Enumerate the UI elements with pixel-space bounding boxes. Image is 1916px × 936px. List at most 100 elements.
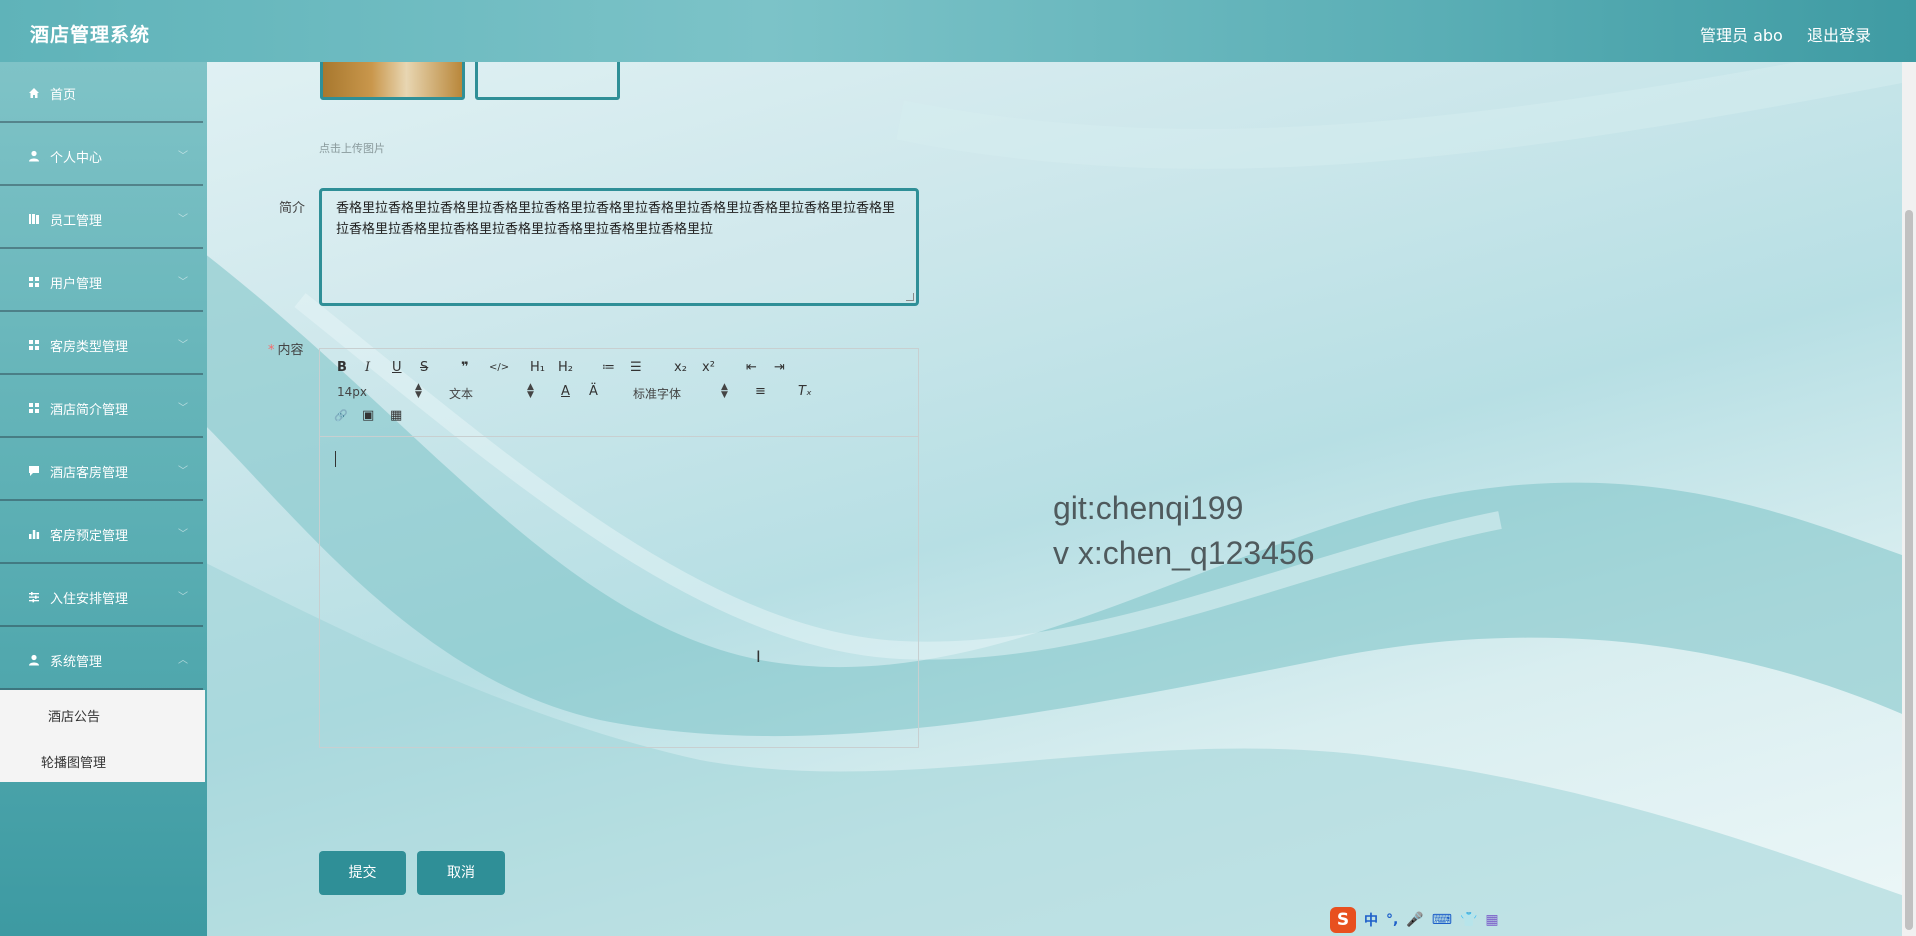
font-family-value: 标准字体 (633, 387, 682, 401)
ime-language-toggle[interactable]: 中 (1364, 910, 1378, 930)
chevron-down-icon: ﹀ (178, 403, 188, 414)
sidebar-item-label: 酒店客房管理 (50, 466, 129, 481)
chevron-down-icon: ﹀ (178, 592, 188, 603)
skin-icon[interactable]: 👕 (1460, 912, 1477, 928)
font-family-select[interactable]: 标准字体 ▲ ▼ (633, 382, 731, 402)
submenu-item-announcements[interactable]: 酒店公告 (48, 706, 100, 725)
sidebar-item-label: 客房类型管理 (50, 340, 129, 355)
align-button[interactable]: ≡ (755, 385, 766, 399)
top-header: 酒店管理系统 管理员 abo 退出登录 (0, 0, 1916, 62)
sidebar-item-label: 个人中心 (50, 151, 103, 166)
blockquote-button[interactable]: ❞ (461, 361, 469, 375)
submenu-item-carousel[interactable]: 轮播图管理 (41, 752, 106, 771)
link-button[interactable]: 🔗 (334, 409, 348, 423)
subscript-button[interactable]: x₂ (674, 361, 687, 375)
watermark-line2: v x:chen_q123456 (1053, 535, 1315, 571)
select-arrows-icon: ▲ ▼ (721, 382, 728, 400)
content-label-text: 内容 (277, 343, 304, 358)
mouse-text-cursor-icon: Ι (756, 647, 761, 666)
bullet-list-button[interactable]: ☰ (630, 361, 642, 375)
chevron-down-icon: ﹀ (178, 151, 188, 162)
sidebar-item-label: 员工管理 (50, 214, 103, 229)
sidebar-item-home[interactable]: 首页 (0, 62, 203, 123)
chevron-down-icon: ﹀ (178, 277, 188, 288)
sliders-icon (27, 590, 41, 604)
sidebar-item-staff[interactable]: 员工管理 ﹀ (0, 188, 203, 249)
font-size-select[interactable]: 14px ▲ ▼ (337, 382, 425, 400)
sidebar-item-personal-center[interactable]: 个人中心 ﹀ (0, 125, 203, 186)
sidebar-item-hotel-intro[interactable]: 酒店简介管理 ﹀ (0, 377, 203, 438)
block-format-select[interactable]: 文本 ▲ ▼ (449, 382, 537, 402)
font-color-button[interactable]: A (561, 385, 570, 399)
comment-icon (27, 464, 41, 478)
select-arrows-icon: ▲ ▼ (415, 382, 422, 400)
sidebar-item-users[interactable]: 用户管理 ﹀ (0, 251, 203, 312)
clear-format-button[interactable]: Tₓ (798, 385, 812, 399)
chevron-down-icon: ﹀ (178, 529, 188, 540)
video-button[interactable]: ▦ (390, 409, 402, 423)
code-block-button[interactable]: </> (489, 361, 509, 375)
italic-button[interactable]: I (365, 361, 370, 375)
grid-icon (27, 275, 41, 289)
chevron-up-icon: ︿ (178, 655, 188, 666)
ime-punctuation-toggle[interactable]: °, (1386, 912, 1398, 928)
font-size-value: 14px (337, 385, 367, 399)
indent-button[interactable]: ⇥ (774, 361, 785, 375)
resize-handle[interactable] (906, 293, 914, 301)
select-arrows-icon: ▲ ▼ (527, 382, 534, 400)
content-label: * 内容 (268, 339, 304, 358)
chevron-down-icon: ﹀ (178, 214, 188, 225)
desc-textarea[interactable]: 香格里拉香格里拉香格里拉香格里拉香格里拉香格里拉香格里拉香格里拉香格里拉香格里拉… (319, 188, 919, 306)
editor-content-area[interactable] (320, 437, 918, 747)
chevron-down-icon: ﹀ (178, 466, 188, 477)
admin-user-label: 管理员 abo (1700, 26, 1783, 45)
sidebar-item-label: 首页 (50, 88, 77, 103)
logout-link[interactable]: 退出登录 (1807, 22, 1871, 46)
book-icon (27, 212, 41, 226)
desc-text: 香格里拉香格里拉香格里拉香格里拉香格里拉香格里拉香格里拉香格里拉香格里拉香格里拉… (336, 201, 896, 237)
outdent-button[interactable]: ⇤ (746, 361, 757, 375)
chevron-down-icon: ﹀ (178, 340, 188, 351)
bar-chart-icon (27, 527, 41, 541)
app-title: 酒店管理系统 (30, 24, 151, 46)
system-submenu: 酒店公告 轮播图管理 (0, 690, 205, 782)
required-mark: * (268, 343, 275, 358)
user-icon (27, 653, 41, 667)
main-form: 点击上传图片 简介 香格里拉香格里拉香格里拉香格里拉香格里拉香格里拉香格里拉香格… (0, 0, 1916, 936)
keyboard-icon[interactable]: ⌨ (1432, 912, 1452, 928)
bold-button[interactable]: B (337, 361, 347, 375)
underline-button[interactable]: U (392, 361, 402, 375)
image-button[interactable]: ▣ (362, 409, 374, 423)
background-color-button[interactable]: Ä (589, 385, 598, 399)
rich-text-editor: B I U S ❞ </> H₁ H₂ ≔ ☰ x₂ x² ⇤ ⇥ 14px ▲ ▼… (319, 348, 919, 748)
apps-grid-icon[interactable]: ▦ (1485, 912, 1498, 928)
ordered-list-button[interactable]: ≔ (602, 361, 615, 375)
sidebar-item-label: 客房预定管理 (50, 529, 129, 544)
microphone-icon[interactable]: 🎤 (1406, 912, 1423, 928)
h1-button[interactable]: H₁ (530, 361, 545, 375)
sidebar-item-system[interactable]: 系统管理 ︿ (0, 629, 203, 690)
sidebar-nav: 首页 个人中心 ﹀ 员工管理 ﹀ 用户管理 ﹀ 客房类型管理 ﹀ 酒店简介管理 … (0, 62, 207, 936)
editor-toolbar: B I U S ❞ </> H₁ H₂ ≔ ☰ x₂ x² ⇤ ⇥ 14px ▲ ▼… (320, 349, 918, 437)
submit-button[interactable]: 提交 (319, 851, 406, 895)
sidebar-item-checkin[interactable]: 入住安排管理 ﹀ (0, 566, 203, 627)
sidebar-item-room-types[interactable]: 客房类型管理 ﹀ (0, 314, 203, 375)
text-caret (335, 451, 336, 467)
home-icon (27, 86, 41, 100)
cancel-button[interactable]: 取消 (417, 851, 505, 895)
watermark-line1: git:chenqi199 (1053, 490, 1244, 526)
superscript-button[interactable]: x² (702, 361, 715, 375)
scrollbar-thumb[interactable] (1905, 210, 1913, 930)
block-format-value: 文本 (449, 387, 474, 401)
strike-button[interactable]: S (420, 361, 428, 375)
sidebar-item-label: 酒店简介管理 (50, 403, 129, 418)
sidebar-item-bookings[interactable]: 客房预定管理 ﹀ (0, 503, 203, 564)
grid-icon (27, 338, 41, 352)
upload-hint: 点击上传图片 (319, 142, 385, 155)
sidebar-item-hotel-rooms[interactable]: 酒店客房管理 ﹀ (0, 440, 203, 501)
h2-button[interactable]: H₂ (558, 361, 573, 375)
sidebar-item-label: 入住安排管理 (50, 592, 129, 607)
sogou-logo-icon[interactable]: S (1330, 907, 1356, 933)
grid-icon (27, 401, 41, 415)
ime-toolbar: S 中 °, 🎤 ⌨ 👕 ▦ (1330, 906, 1506, 934)
